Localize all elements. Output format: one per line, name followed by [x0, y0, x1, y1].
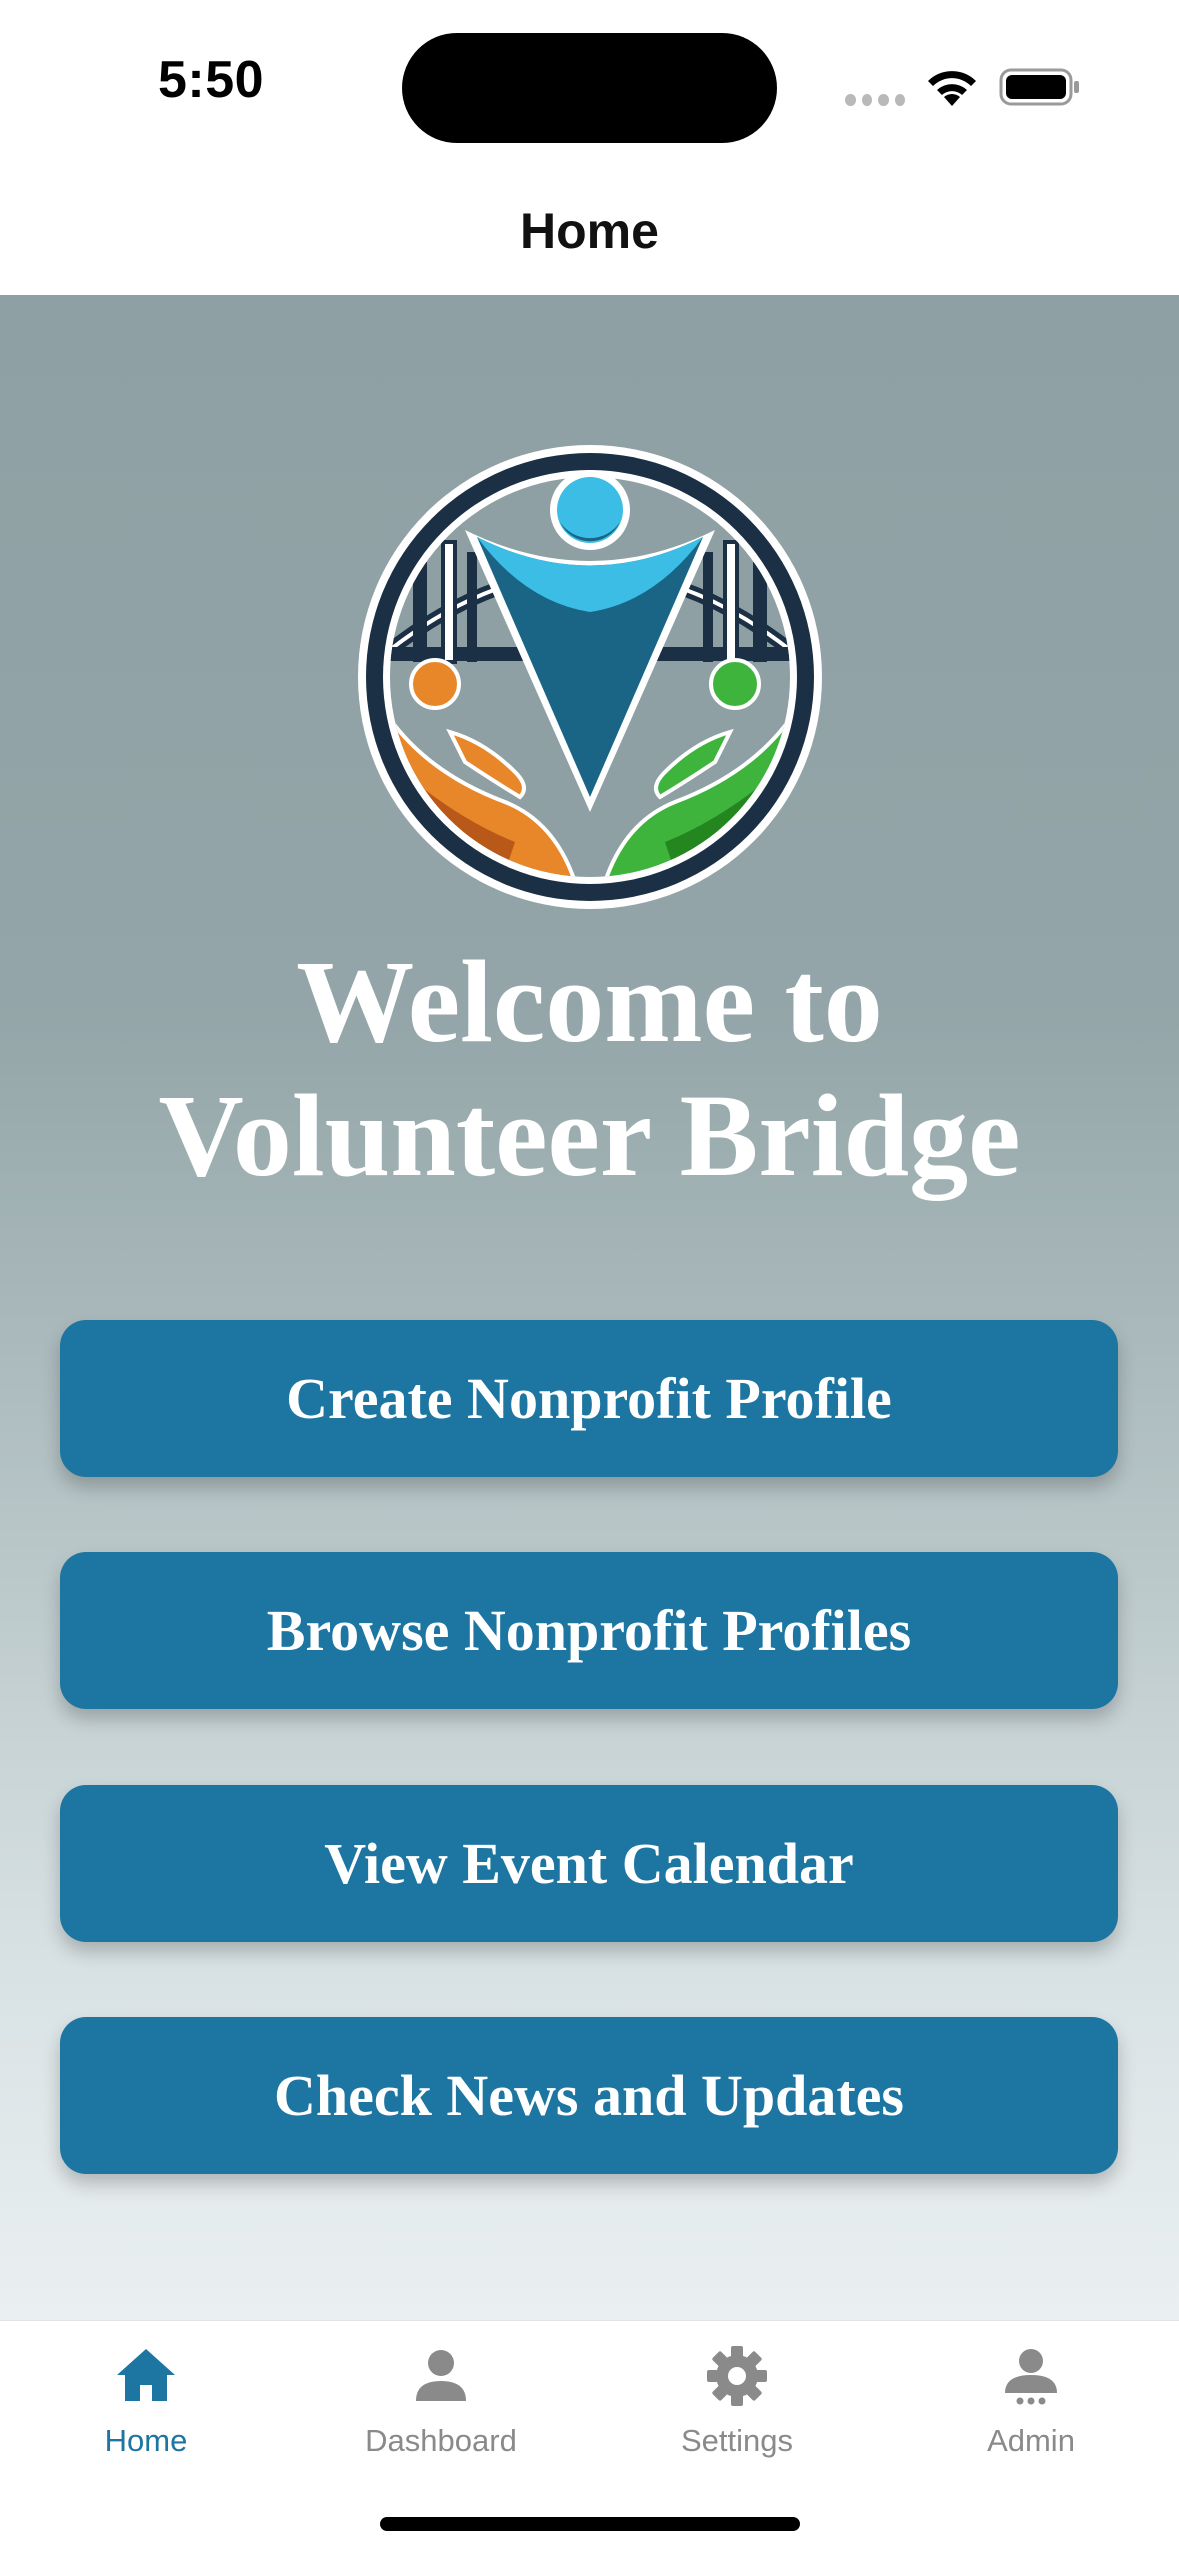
person-icon [416, 2350, 466, 2401]
navigation-bar: Home [0, 175, 1179, 295]
main-content: Welcome to Volunteer Bridge Create Nonpr… [0, 295, 1179, 2320]
home-indicator [380, 2517, 800, 2531]
tab-home[interactable]: Home [26, 2343, 266, 2483]
tab-admin-label: Admin [987, 2423, 1075, 2458]
tab-home-label: Home [104, 2423, 188, 2458]
gear-icon [707, 2346, 767, 2406]
home-icon [117, 2349, 175, 2401]
page-title: Home [520, 203, 659, 259]
status-bar: 5:50 [0, 0, 1179, 175]
cellular-signal-icon [845, 94, 905, 106]
battery-icon [999, 68, 1079, 106]
admin-icon [1005, 2349, 1057, 2405]
view-event-calendar-button[interactable]: View Event Calendar [60, 1785, 1118, 1942]
browse-nonprofit-profiles-button[interactable]: Browse Nonprofit Profiles [60, 1552, 1118, 1709]
home-screen: 5:50 Home Welcome to Volunteer Bridge Cr… [0, 0, 1179, 2556]
tab-settings-label: Settings [680, 2423, 793, 2458]
dynamic-island [402, 33, 777, 143]
create-nonprofit-profile-button[interactable]: Create Nonprofit Profile [60, 1320, 1118, 1477]
check-news-and-updates-button[interactable]: Check News and Updates [60, 2017, 1118, 2174]
status-time: 5:50 [158, 51, 265, 109]
wifi-icon [928, 71, 976, 106]
volunteer-bridge-logo [358, 445, 822, 909]
tab-dashboard-label: Dashboard [365, 2423, 517, 2458]
tab-settings[interactable]: Settings [617, 2343, 857, 2483]
tab-admin[interactable]: Admin [911, 2343, 1151, 2483]
welcome-line-2: Volunteer Bridge [158, 1070, 1021, 1201]
welcome-heading: Welcome to Volunteer Bridge [0, 935, 1179, 1203]
tab-dashboard[interactable]: Dashboard [321, 2343, 561, 2483]
welcome-line-1: Welcome to [296, 936, 883, 1067]
